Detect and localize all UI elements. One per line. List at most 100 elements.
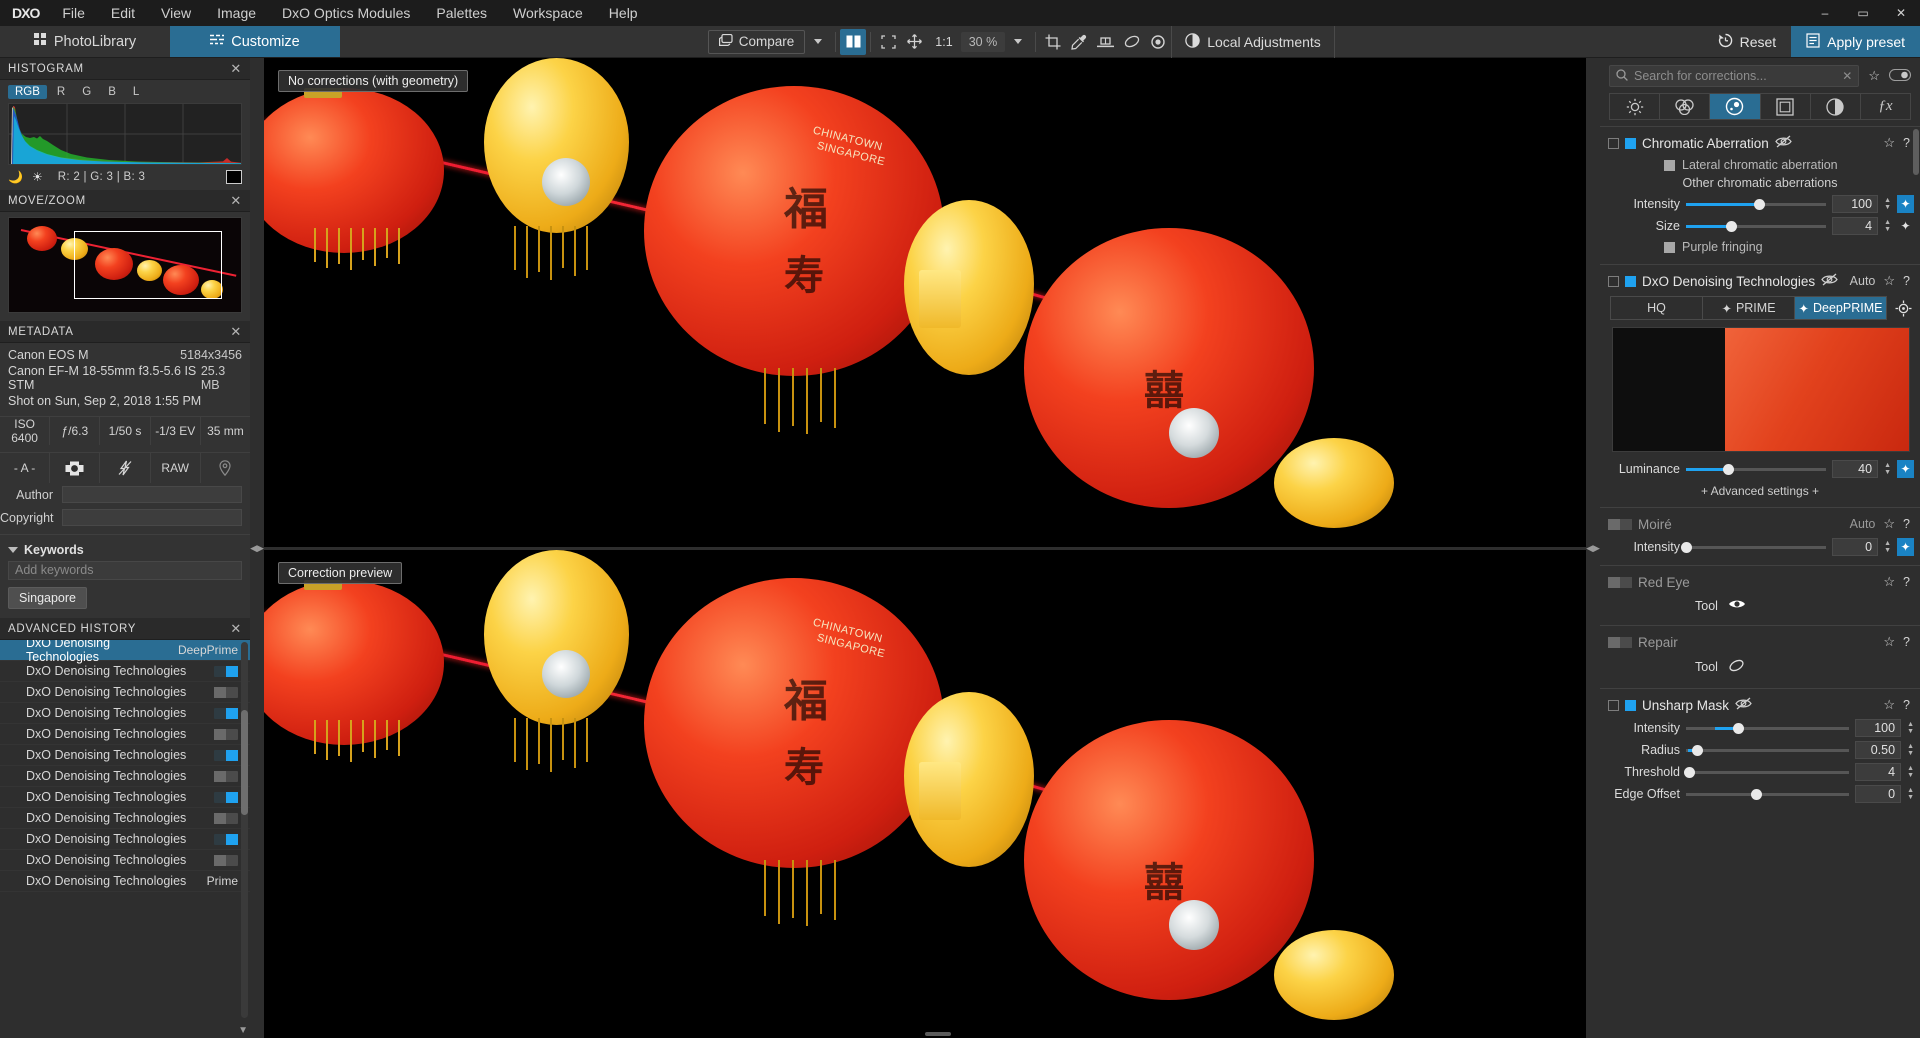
red-eye-toggle[interactable] bbox=[1608, 576, 1632, 588]
moire-intensity-value[interactable]: 0 bbox=[1832, 538, 1879, 556]
repair-toggle[interactable] bbox=[1608, 636, 1632, 648]
movezoom-thumbnail[interactable] bbox=[8, 217, 242, 313]
histogram-channel-l[interactable]: L bbox=[126, 85, 146, 99]
compare-dropdown-button[interactable] bbox=[805, 29, 831, 55]
section-checkbox[interactable] bbox=[1608, 699, 1619, 711]
compare-button[interactable]: Compare bbox=[707, 29, 806, 54]
denoise-target-icon[interactable] bbox=[1894, 299, 1912, 317]
section-enabled-indicator[interactable] bbox=[1625, 699, 1636, 711]
metadata-close-icon[interactable]: ✕ bbox=[230, 324, 242, 340]
clear-search-icon[interactable]: ✕ bbox=[1842, 69, 1852, 83]
usm-edge-offset-stepper[interactable]: ▲ ▼ bbox=[1907, 787, 1914, 801]
repair-button[interactable] bbox=[1119, 29, 1145, 55]
author-field[interactable] bbox=[62, 486, 242, 503]
luminance-slider[interactable] bbox=[1686, 462, 1827, 476]
right-splitter-handle[interactable]: ◀▶ bbox=[1586, 58, 1600, 1038]
lateral-ca-checkbox[interactable] bbox=[1664, 159, 1675, 171]
history-row[interactable]: DxO Denoising Technologies bbox=[0, 724, 250, 745]
tab-local[interactable] bbox=[1811, 94, 1861, 119]
help-icon[interactable]: ? bbox=[1903, 698, 1910, 712]
ca-size-value[interactable]: 4 bbox=[1832, 217, 1879, 235]
usm-edge-offset-slider[interactable] bbox=[1686, 787, 1850, 801]
fit-screen-button[interactable] bbox=[875, 29, 901, 55]
maximize-button[interactable]: ▭ bbox=[1844, 0, 1882, 26]
favorite-star-icon[interactable]: ☆ bbox=[1883, 516, 1895, 532]
menu-help[interactable]: Help bbox=[596, 0, 651, 26]
keywords-input[interactable]: Add keywords bbox=[8, 561, 242, 580]
luminance-stepper[interactable]: ▲ ▼ bbox=[1884, 462, 1891, 476]
mode-prime-button[interactable]: ✦ PRIME bbox=[1703, 297, 1795, 319]
search-corrections-input[interactable]: Search for corrections... ✕ bbox=[1609, 65, 1860, 87]
usm-intensity-slider[interactable] bbox=[1686, 721, 1850, 735]
zoom-level-value[interactable]: 30 % bbox=[960, 31, 1006, 52]
local-adjustments-button[interactable]: Local Adjustments bbox=[1171, 25, 1335, 58]
section-checkbox[interactable] bbox=[1608, 137, 1619, 149]
histogram-close-icon[interactable]: ✕ bbox=[230, 61, 242, 77]
section-enabled-indicator[interactable] bbox=[1625, 137, 1636, 149]
history-row-toggle[interactable] bbox=[214, 833, 238, 845]
history-row-toggle[interactable] bbox=[214, 770, 238, 782]
denoising-preview[interactable] bbox=[1612, 327, 1910, 452]
ca-intensity-value[interactable]: 100 bbox=[1832, 195, 1879, 213]
ca-size-stepper[interactable]: ▲ ▼ bbox=[1884, 219, 1891, 233]
usm-threshold-stepper[interactable]: ▲ ▼ bbox=[1907, 765, 1914, 779]
minimize-button[interactable]: – bbox=[1806, 0, 1844, 26]
histogram-channel-rgb[interactable]: RGB bbox=[8, 85, 47, 99]
apply-preset-button[interactable]: Apply preset bbox=[1791, 26, 1920, 57]
purple-fringing-row[interactable]: Purple fringing bbox=[1600, 237, 1920, 257]
lateral-chromatic-aberration-row[interactable]: Lateral chromatic aberration bbox=[1600, 155, 1920, 175]
history-list[interactable]: ▼ DxO Denoising Technologies DeepPrime DxO… bbox=[0, 640, 250, 1038]
sun-icon[interactable]: ☀ bbox=[32, 170, 43, 184]
split-view-button[interactable] bbox=[840, 28, 867, 55]
section-enabled-indicator[interactable] bbox=[1625, 275, 1636, 287]
zoom-ratio-label[interactable]: 1:1 bbox=[927, 35, 960, 49]
reset-button[interactable]: Reset bbox=[1703, 26, 1792, 57]
history-row-toggle[interactable] bbox=[214, 686, 238, 698]
favorite-star-icon[interactable]: ☆ bbox=[1883, 574, 1895, 590]
menu-image[interactable]: Image bbox=[204, 0, 269, 26]
ca-intensity-stepper[interactable]: ▲ ▼ bbox=[1884, 197, 1891, 211]
history-row[interactable]: DxO Denoising Technologies bbox=[0, 787, 250, 808]
close-button[interactable]: ✕ bbox=[1882, 0, 1920, 26]
eyedropper-button[interactable] bbox=[1066, 29, 1092, 55]
favorites-star-icon[interactable]: ☆ bbox=[1868, 68, 1880, 84]
corrections-scrollbar[interactable] bbox=[1913, 129, 1919, 175]
history-row-toggle[interactable] bbox=[214, 707, 238, 719]
luminance-value[interactable]: 40 bbox=[1832, 460, 1879, 478]
usm-intensity-stepper[interactable]: ▲ ▼ bbox=[1907, 721, 1914, 735]
usm-intensity-value[interactable]: 100 bbox=[1855, 719, 1902, 737]
history-row[interactable]: DxO Denoising Technologies Prime bbox=[0, 871, 250, 892]
left-splitter-handle[interactable]: ◀▶ bbox=[250, 58, 264, 1038]
moire-toggle[interactable] bbox=[1608, 518, 1632, 530]
help-icon[interactable]: ? bbox=[1903, 575, 1910, 589]
menu-view[interactable]: View bbox=[148, 0, 204, 26]
history-row-toggle[interactable] bbox=[214, 791, 238, 803]
tab-color[interactable] bbox=[1660, 94, 1711, 119]
usm-radius-value[interactable]: 0.50 bbox=[1855, 741, 1902, 759]
moire-auto-icon[interactable]: ✦ bbox=[1897, 538, 1914, 556]
viewer-pane-original[interactable]: 福 寿 CHINATOWN SINGAPORE 囍 No corrections… bbox=[264, 58, 1586, 547]
viewer-pane-corrected[interactable]: 福 寿 CHINATOWN SINGAPORE 囍 Correction pre… bbox=[264, 546, 1586, 1038]
panel-toggle-switch[interactable] bbox=[1888, 68, 1912, 84]
ca-size-auto-icon[interactable]: ✦ bbox=[1897, 217, 1914, 235]
tab-geometry[interactable] bbox=[1761, 94, 1811, 119]
history-row[interactable]: DxO Denoising Technologies bbox=[0, 808, 250, 829]
history-row-toggle[interactable] bbox=[214, 812, 238, 824]
usm-radius-stepper[interactable]: ▲ ▼ bbox=[1907, 743, 1914, 757]
movezoom-close-icon[interactable]: ✕ bbox=[230, 193, 242, 209]
preview-eye-button[interactable] bbox=[1145, 29, 1171, 55]
chevron-down-icon[interactable]: ▼ bbox=[238, 1025, 248, 1036]
eye-off-icon[interactable] bbox=[1821, 273, 1838, 289]
history-row[interactable]: DxO Denoising Technologies bbox=[0, 661, 250, 682]
history-row-toggle[interactable] bbox=[214, 749, 238, 761]
history-row[interactable]: DxO Denoising Technologies bbox=[0, 745, 250, 766]
tab-customize[interactable]: Customize bbox=[170, 26, 340, 57]
help-icon[interactable]: ? bbox=[1903, 274, 1910, 288]
histogram-channel-g[interactable]: G bbox=[75, 85, 98, 99]
help-icon[interactable]: ? bbox=[1903, 136, 1910, 150]
usm-edge-offset-value[interactable]: 0 bbox=[1855, 785, 1902, 803]
eye-off-icon[interactable] bbox=[1775, 135, 1792, 151]
purple-fringing-checkbox[interactable] bbox=[1664, 241, 1675, 253]
denoising-auto-label[interactable]: Auto bbox=[1850, 274, 1876, 288]
horizon-button[interactable] bbox=[1092, 29, 1119, 55]
